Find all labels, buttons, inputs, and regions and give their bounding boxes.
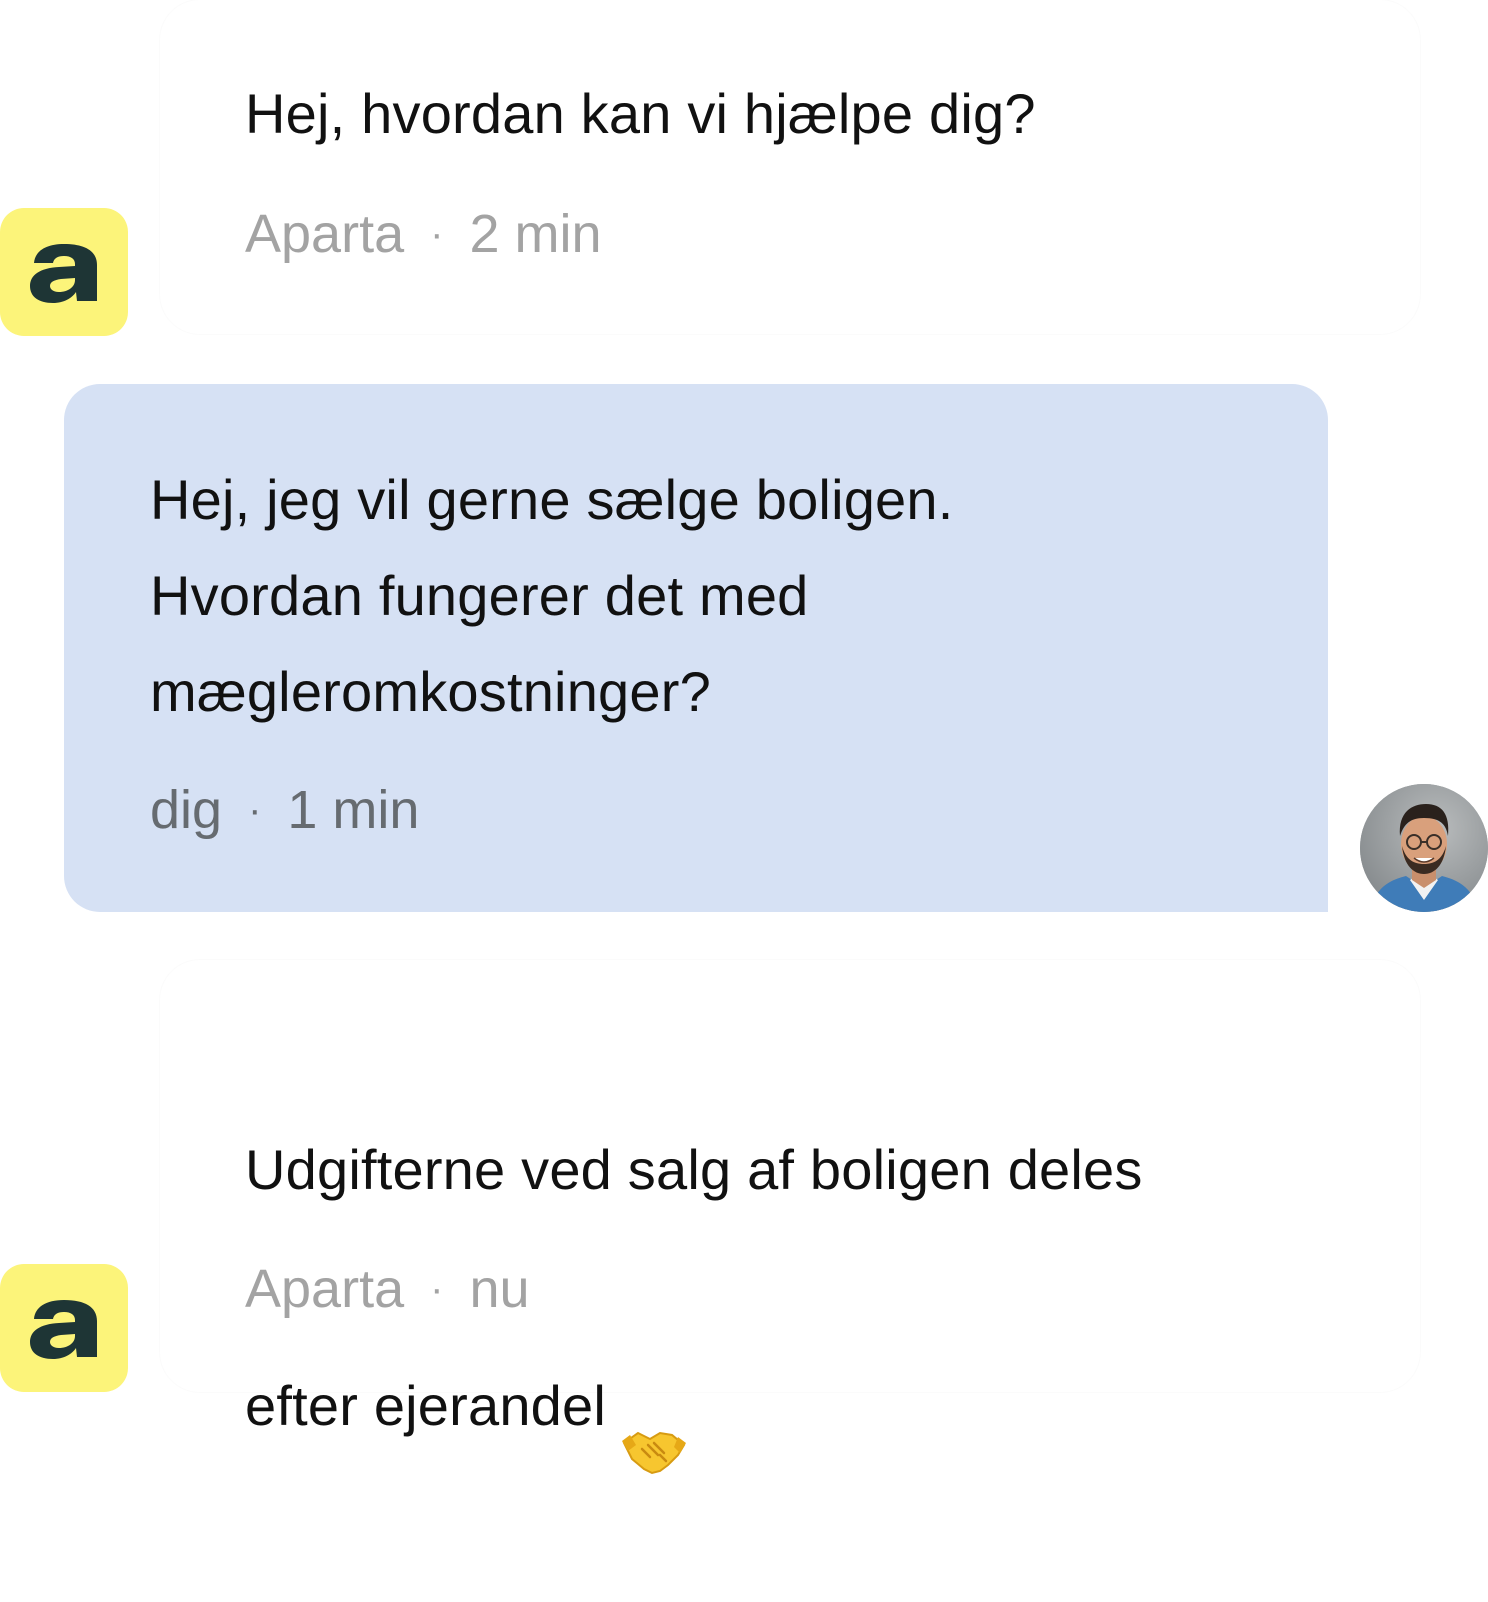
- meta-separator: ·: [248, 788, 262, 832]
- sender-name: Aparta: [245, 204, 405, 264]
- user-avatar: [1360, 784, 1488, 912]
- aparta-logo-icon: [30, 244, 97, 303]
- user-message-text: Hej, jeg vil gerne sælge boligen. Hvorda…: [150, 468, 954, 723]
- message-time: nu: [469, 1259, 530, 1319]
- sender-name: Aparta: [245, 1259, 405, 1319]
- meta-separator: ·: [430, 1267, 444, 1311]
- message-time: 2 min: [469, 204, 602, 264]
- agent-message-meta: Aparta · 2 min: [245, 204, 601, 264]
- agent-message-meta: Aparta · nu: [245, 1259, 530, 1319]
- agent-message-line: efter ejerandel: [245, 1314, 1143, 1506]
- meta-separator: ·: [430, 212, 444, 256]
- user-photo: [1360, 784, 1488, 912]
- message-time: 1 min: [287, 780, 420, 840]
- agent-message-line: Udgifterne ved salg af boligen deles: [245, 1138, 1143, 1201]
- handshake-icon: [620, 1314, 688, 1506]
- sender-name: dig: [150, 780, 223, 840]
- agent-message-text: Hej, hvordan kan vi hjælpe dig?: [245, 82, 1036, 145]
- user-message-meta: dig · 1 min: [150, 780, 419, 840]
- agent-message-bubble: [160, 0, 1420, 334]
- aparta-logo-avatar: [0, 208, 128, 336]
- aparta-logo-icon: [30, 1300, 97, 1359]
- aparta-logo-avatar: [0, 1264, 128, 1392]
